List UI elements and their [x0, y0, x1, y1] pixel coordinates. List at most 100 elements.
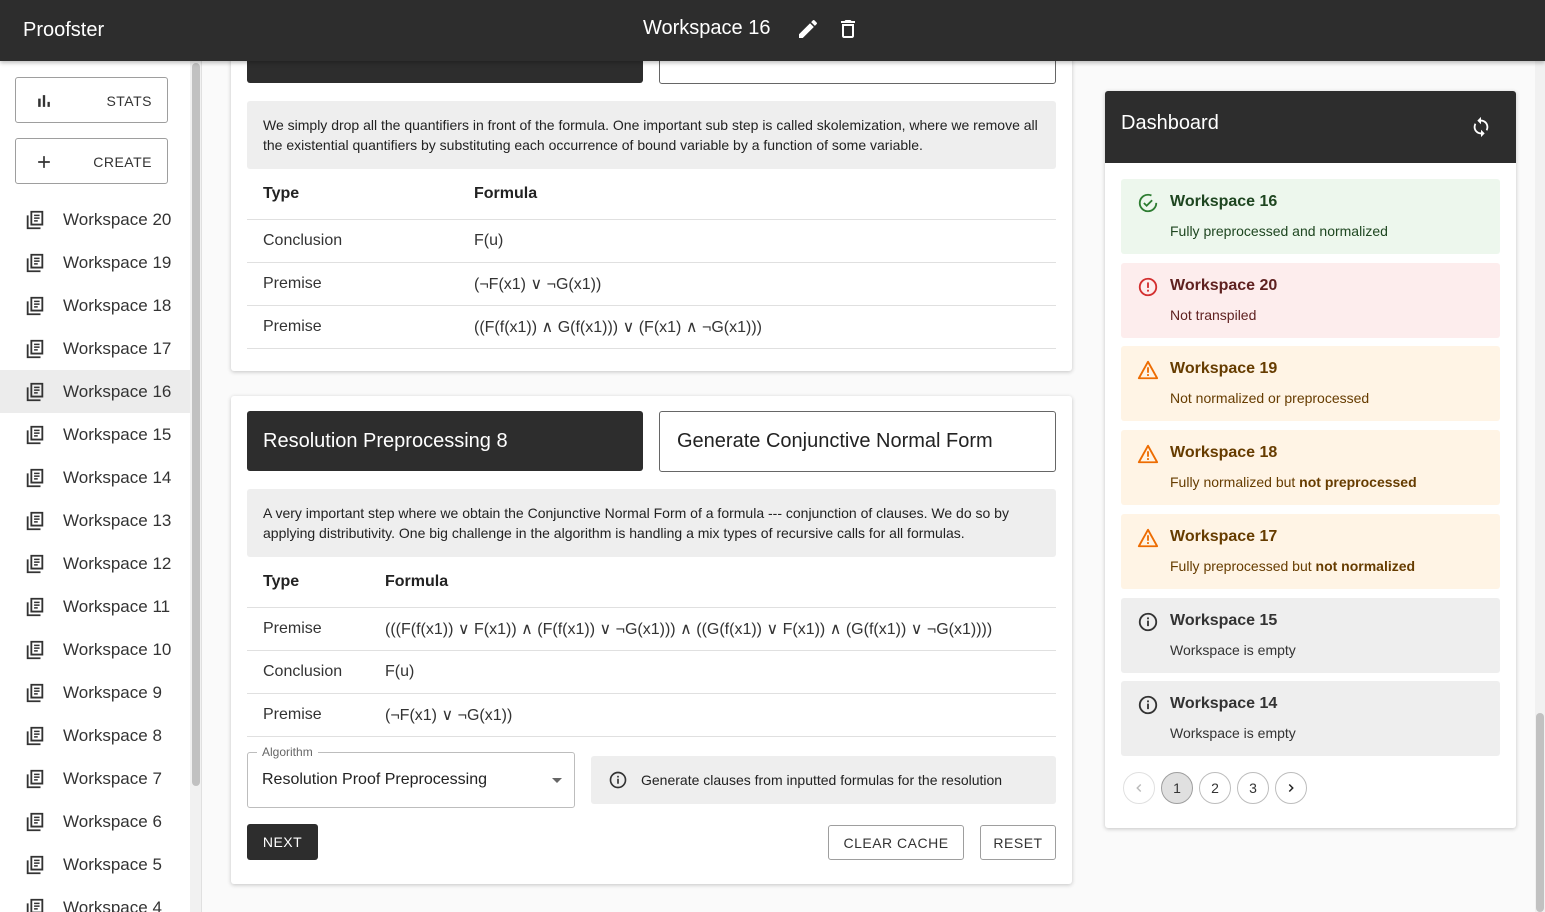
sidebar-item-label: Workspace 7	[63, 769, 162, 788]
row-formula: F(u)	[369, 650, 1056, 694]
alert-title: Workspace 14	[1170, 695, 1278, 713]
warning-icon	[1137, 444, 1159, 464]
step-card-current: Resolution Preprocessing 8 Generate Conj…	[231, 396, 1072, 884]
dashboard-title: Dashboard	[1121, 112, 1219, 134]
library-books-icon	[26, 640, 44, 660]
alert-desc-text: Workspace is empty	[1170, 641, 1296, 658]
pencil-icon[interactable]	[796, 17, 820, 41]
alert-description: Fully preprocessed but not normalized	[1170, 558, 1415, 574]
warning-icon	[1137, 361, 1159, 380]
library-books-icon	[26, 898, 44, 912]
sidebar-item-workspace[interactable]: Workspace 12	[0, 542, 190, 585]
page-scrollbar[interactable]	[1535, 61, 1545, 912]
row-type: Premise	[247, 693, 369, 737]
sidebar-item-workspace[interactable]: Workspace 14	[0, 456, 190, 499]
sync-icon[interactable]	[1470, 116, 1492, 138]
table-row: Premise ((F(f(x1)) ∧ G(f(x1))) ∨ (F(x1) ∧…	[247, 305, 1056, 349]
sidebar-scrollbar-thumb[interactable]	[192, 63, 200, 786]
status-alert-warning: Workspace 17 Fully preprocessed but not n…	[1121, 513, 1500, 589]
alert-desc-text: Fully preprocessed but	[1170, 557, 1316, 574]
alert-title: Workspace 15	[1170, 611, 1278, 629]
sidebar-item-workspace[interactable]: Workspace 15	[0, 413, 190, 456]
alert-desc-bold: not normalized	[1315, 557, 1416, 574]
page-button[interactable]: 1	[1161, 772, 1193, 804]
library-books-icon	[26, 597, 44, 617]
library-books-icon	[26, 855, 44, 875]
alert-title: Workspace 16	[1170, 193, 1278, 210]
sidebar-item-workspace[interactable]: Workspace 7	[0, 757, 190, 800]
sidebar-item-workspace[interactable]: Workspace 18	[0, 284, 190, 327]
sidebar-item-workspace[interactable]: Workspace 8	[0, 714, 190, 757]
alert-title: Workspace 17	[1170, 527, 1278, 545]
row-type: Conclusion	[247, 219, 458, 263]
algorithm-select[interactable]: Algorithm Resolution Proof Preprocessing	[247, 745, 575, 808]
library-books-icon	[26, 812, 44, 832]
workspace-title: Workspace 16	[643, 17, 771, 39]
step-name-box: Generate Conjunctive Normal Form	[659, 411, 1056, 472]
stats-button[interactable]: STATS	[15, 77, 168, 123]
formula-table: Type Formula Premise (((F(f(x1)) ∨ F(x1))…	[247, 557, 1056, 737]
sidebar-item-label: Workspace 13	[63, 511, 172, 530]
reset-button[interactable]: RESET	[980, 825, 1056, 860]
sidebar-item-workspace[interactable]: Workspace 19	[0, 241, 190, 284]
step-name: Generate Conjunctive Normal Form	[677, 430, 993, 452]
next-button[interactable]: NEXT	[247, 824, 318, 860]
sidebar-item-workspace[interactable]: Workspace 13	[0, 499, 190, 542]
row-formula: ((F(f(x1)) ∧ G(f(x1))) ∨ (F(x1) ∧ ¬G(x1)…	[458, 305, 1056, 349]
clear-cache-button[interactable]: CLEAR CACHE	[828, 825, 964, 860]
alert-description: Not normalized or preprocessed	[1170, 390, 1369, 406]
alert-title: Workspace 20	[1170, 276, 1278, 294]
sidebar-item-workspace[interactable]: Workspace 16	[0, 370, 190, 413]
sidebar-item-label: Workspace 8	[63, 726, 162, 745]
create-button[interactable]: CREATE	[15, 138, 168, 184]
alert-desc-text: Workspace is empty	[1170, 725, 1296, 742]
status-alert-info: Workspace 14 Workspace is empty	[1121, 681, 1500, 757]
brand[interactable]: Proofster	[23, 19, 104, 42]
library-books-icon	[26, 468, 44, 488]
algorithm-value: Resolution Proof Preprocessing	[262, 771, 488, 788]
alert-title: Workspace 19	[1170, 360, 1278, 378]
page-button[interactable]: 2	[1199, 772, 1231, 804]
chevron-right-icon	[1288, 783, 1294, 793]
library-books-icon	[26, 683, 44, 703]
status-alert-warning: Workspace 18 Fully normalized but not pre…	[1121, 430, 1500, 506]
alert-desc-text: Not transpiled	[1170, 306, 1257, 323]
sidebar-item-workspace[interactable]: Workspace 20	[0, 198, 190, 241]
sidebar-item-label: Workspace 5	[63, 855, 162, 874]
page-scrollbar-thumb[interactable]	[1536, 713, 1544, 912]
sidebar-scrollbar[interactable]	[190, 61, 201, 912]
sidebar-item-workspace[interactable]: Workspace 9	[0, 671, 190, 714]
step-card-previous: We simply drop all the quantifiers in fr…	[231, 20, 1072, 371]
sidebar-item-label: Workspace 6	[63, 812, 162, 831]
sidebar-item-label: Workspace 14	[63, 468, 172, 487]
prev-page-button[interactable]	[1123, 772, 1155, 804]
row-formula: F(u)	[458, 219, 1056, 263]
sidebar-item-workspace[interactable]: Workspace 4	[0, 886, 190, 912]
trash-icon[interactable]	[836, 17, 860, 41]
alert-desc-text: Fully normalized but	[1170, 474, 1300, 491]
table-row: Premise (((F(f(x1)) ∨ F(x1)) ∧ (F(f(x1)) …	[247, 607, 1056, 651]
sidebar-item-workspace[interactable]: Workspace 11	[0, 585, 190, 628]
sidebar-item-label: Workspace 17	[63, 339, 172, 358]
formula-table: Type Formula Conclusion F(u) Premise (¬F(x1…	[247, 169, 1056, 349]
sidebar-item-workspace[interactable]: Workspace 10	[0, 628, 190, 671]
table-row: Premise (¬F(x1) ∨ ¬G(x1))	[247, 262, 1056, 306]
sidebar-item-workspace[interactable]: Workspace 6	[0, 800, 190, 843]
table-row: Conclusion F(u)	[247, 219, 1056, 263]
sidebar-item-workspace[interactable]: Workspace 17	[0, 327, 190, 370]
status-alert-error: Workspace 20 Not transpiled	[1121, 262, 1500, 338]
page-button[interactable]: 3	[1237, 772, 1269, 804]
alert-desc-text: Not normalized or preprocessed	[1170, 390, 1370, 407]
row-type: Premise	[247, 607, 369, 651]
info-icon	[1138, 696, 1158, 715]
algorithm-info-text: Generate clauses from inputted formulas …	[641, 772, 1003, 788]
sidebar-item-label: Workspace 4	[63, 898, 162, 912]
library-books-icon	[26, 296, 44, 316]
next-page-button[interactable]	[1275, 772, 1307, 804]
step-title: Resolution Preprocessing 8	[263, 429, 508, 452]
row-type: Premise	[247, 262, 458, 306]
sidebar-item-workspace[interactable]: Workspace 5	[0, 843, 190, 886]
table-row: Conclusion F(u)	[247, 650, 1056, 694]
row-formula: (¬F(x1) ∨ ¬G(x1))	[458, 262, 1056, 306]
library-books-icon	[26, 511, 44, 531]
